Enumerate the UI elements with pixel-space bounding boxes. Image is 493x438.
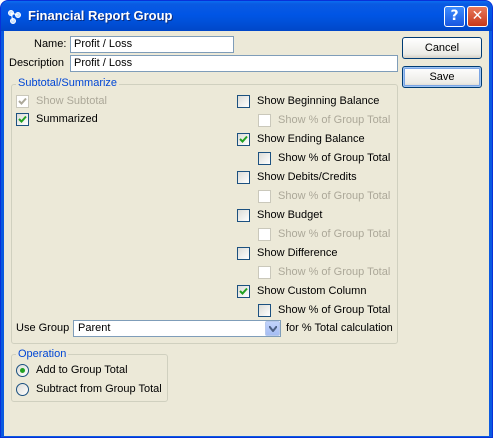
radio-selected-dot [20,368,25,373]
show-custom-column-checkbox[interactable] [237,285,250,298]
dialog-client-area: Name: Profit / Loss Description Profit /… [4,31,489,436]
name-input[interactable]: Profit / Loss [70,36,234,53]
add-to-group-total-label: Add to Group Total [36,364,128,376]
summarized-checkbox[interactable] [16,113,29,126]
subtotal-legend: Subtotal/Summarize [16,77,120,89]
show-beginning-balance-pct-checkbox[interactable] [258,114,271,127]
show-ending-balance-checkbox[interactable] [237,133,250,146]
show-difference-pct-checkbox[interactable] [258,266,271,279]
operation-legend: Operation [16,348,69,360]
show-ending-balance-label: Show Ending Balance [257,133,365,145]
summarized-label: Summarized [36,113,98,125]
save-button[interactable]: Save [402,66,482,88]
close-button[interactable]: ✕ [467,6,488,27]
show-budget-label: Show Budget [257,209,323,221]
show-budget-pct-label: Show % of Group Total [278,228,391,240]
show-difference-label: Show Difference [257,247,338,259]
use-group-select[interactable]: Parent [73,320,281,337]
subtract-from-group-total-radio[interactable] [16,383,29,396]
show-custom-column-pct-checkbox[interactable] [258,304,271,317]
show-debits-credits-label: Show Debits/Credits [257,171,357,183]
help-button[interactable]: ? [444,6,465,27]
show-ending-balance-pct-checkbox[interactable] [258,152,271,165]
show-difference-pct-label: Show % of Group Total [278,266,391,278]
title-bar[interactable]: Financial Report Group ? ✕ [1,1,492,31]
checkmark-icon [18,115,27,123]
subtract-from-group-total-label: Subtract from Group Total [36,383,162,395]
show-ending-balance-pct-label: Show % of Group Total [278,152,391,164]
dropdown-arrow[interactable] [265,321,280,336]
use-group-label: Use Group [16,322,70,334]
dialog-window: Financial Report Group ? ✕ Name: Profit … [0,0,493,438]
show-debits-credits-pct-checkbox[interactable] [258,190,271,203]
show-difference-checkbox[interactable] [237,247,250,260]
show-beginning-balance-pct-label: Show % of Group Total [278,114,391,126]
show-budget-checkbox[interactable] [237,209,250,222]
show-debits-credits-checkbox[interactable] [237,171,250,184]
description-input[interactable]: Profit / Loss [70,55,398,72]
cancel-button[interactable]: Cancel [402,37,482,59]
show-custom-column-label: Show Custom Column [257,285,367,297]
description-label: Description [9,57,65,69]
checkmark-icon [239,135,248,143]
chevron-down-icon [269,326,277,332]
calc-suffix-label: for % Total calculation [286,322,393,334]
checkmark-icon [18,97,27,105]
name-label: Name: [34,38,67,50]
show-custom-column-pct-label: Show % of Group Total [278,304,391,316]
show-budget-pct-checkbox[interactable] [258,228,271,241]
use-group-value: Parent [78,322,111,334]
window-title: Financial Report Group [28,8,173,23]
show-beginning-balance-checkbox[interactable] [237,95,250,108]
show-subtotal-label: Show Subtotal [36,95,107,107]
show-debits-credits-pct-label: Show % of Group Total [278,190,391,202]
app-icon [8,10,21,24]
add-to-group-total-radio[interactable] [16,364,29,377]
checkmark-icon [239,287,248,295]
show-beginning-balance-label: Show Beginning Balance [257,95,380,107]
show-subtotal-checkbox[interactable] [16,95,29,108]
